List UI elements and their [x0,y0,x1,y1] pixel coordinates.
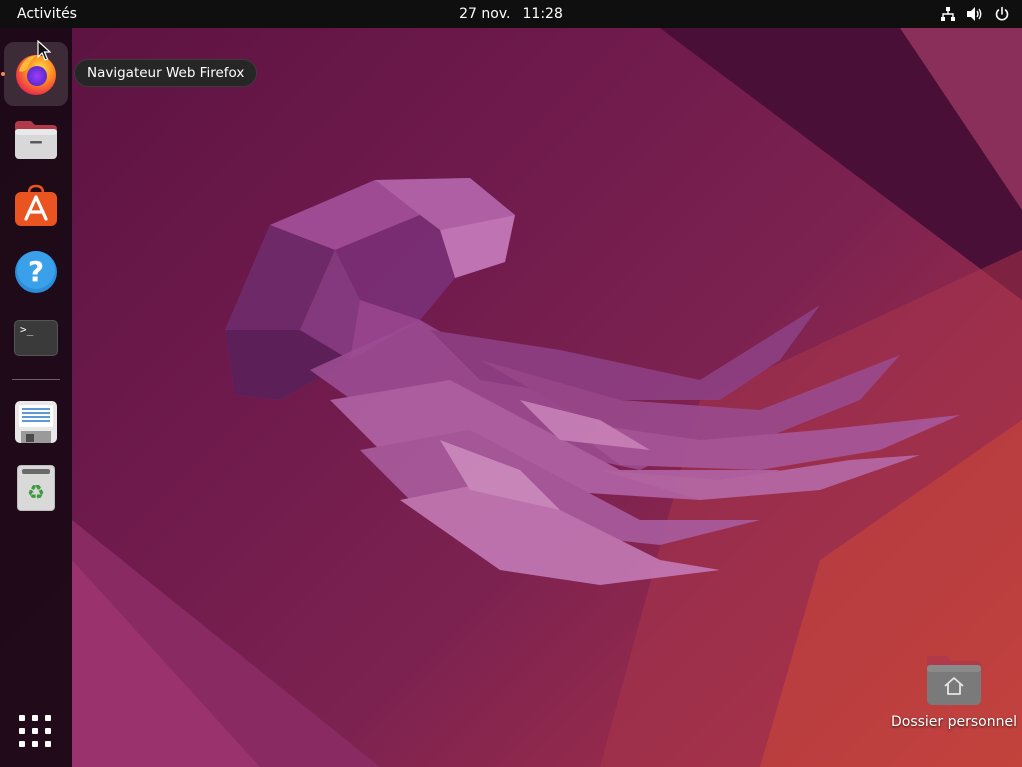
mouse-cursor-icon [37,40,51,61]
recycle-glyph: ♻ [27,480,45,504]
floppy-document-icon [15,401,57,443]
wallpaper-art [72,28,1022,767]
activities-label: Activités [17,6,77,22]
dock-tooltip: Navigateur Web Firefox [74,59,258,87]
running-indicator [1,72,5,76]
apps-grid-icon[interactable] [16,712,56,752]
terminal-icon: >_ [14,320,58,356]
top-bar: Activités 27 nov. 11:28 [0,0,1022,28]
clock-date: 27 nov. [459,6,511,22]
clock-button[interactable]: 27 nov. 11:28 [0,0,1022,28]
clock-time: 11:28 [522,6,563,22]
app-center-icon [15,184,57,226]
dock-item-terminal[interactable]: >_ [4,306,68,370]
desktop-icon-home[interactable]: Dossier personnel [890,652,1018,730]
desktop-icon-label: Dossier personnel [890,714,1017,730]
dock: ? >_ ♻ [0,28,72,767]
trash-icon: ♻ [17,465,55,511]
home-folder-icon [927,656,981,705]
terminal-glyph: >_ [20,323,34,336]
power-icon [994,6,1010,22]
firefox-icon [16,55,56,95]
dock-item-software[interactable] [4,174,68,238]
desktop-wallpaper [0,0,1022,767]
files-folder-icon [15,121,57,159]
dock-item-firefox[interactable] [1,42,68,106]
dock-item-files[interactable] [4,108,68,172]
help-glyph: ? [28,255,44,288]
network-icon [940,6,956,22]
tooltip-text: Navigateur Web Firefox [87,65,245,81]
volume-icon [966,6,984,22]
system-menu-button[interactable] [940,0,1010,28]
dock-item-save-document[interactable] [4,390,68,454]
dock-item-help[interactable]: ? [4,240,68,304]
dock-separator [12,379,60,380]
activities-button[interactable]: Activités [10,0,84,28]
help-icon: ? [15,251,57,293]
dock-item-trash[interactable]: ♻ [4,456,68,520]
